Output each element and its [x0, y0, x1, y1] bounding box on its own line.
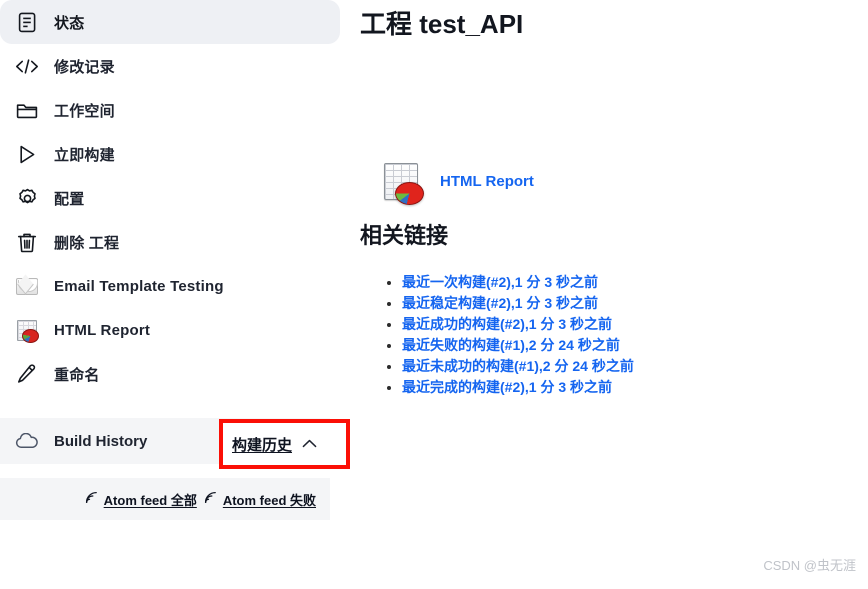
- list-item: 最近成功的构建(#2),1 分 3 秒之前: [402, 314, 634, 335]
- sidebar-item-label: 修改记录: [54, 58, 115, 76]
- sidebar-item-rename[interactable]: 重命名: [0, 352, 340, 396]
- sidebar-item-changes[interactable]: 修改记录: [0, 44, 340, 88]
- sidebar-item-html-report[interactable]: HTML Report: [0, 308, 340, 352]
- build-history-link[interactable]: 构建历史: [232, 434, 292, 455]
- sidebar: 状态 修改记录 工作空间 立即构建 配置 删除 工程 Email Templat…: [0, 0, 350, 520]
- atom-feed-row: Atom feed 全部 Atom feed 失败: [0, 478, 330, 520]
- related-link[interactable]: 最近一次构建(#2),1 分 3 秒之前: [402, 274, 598, 290]
- page-root: 状态 修改记录 工作空间 立即构建 配置 删除 工程 Email Templat…: [0, 0, 868, 589]
- list-item: 最近失败的构建(#1),2 分 24 秒之前: [402, 335, 634, 356]
- atom-feed-failed-label: Atom feed 失败: [222, 492, 316, 508]
- trash-icon: [14, 229, 40, 255]
- pencil-icon: [14, 361, 40, 387]
- sidebar-item-email-template-testing[interactable]: Email Template Testing: [0, 264, 340, 308]
- sidebar-item-build-now[interactable]: 立即构建: [0, 132, 340, 176]
- sidebar-nav-list: 状态 修改记录 工作空间 立即构建 配置 删除 工程 Email Templat…: [0, 0, 340, 396]
- html-report-link[interactable]: HTML Report: [440, 173, 534, 190]
- build-history-highlight-box: 构建历史: [219, 419, 350, 469]
- rss-icon: [85, 491, 99, 507]
- folder-icon: [14, 97, 40, 123]
- sidebar-item-label: Email Template Testing: [54, 277, 224, 295]
- list-item: 最近一次构建(#2),1 分 3 秒之前: [402, 272, 634, 293]
- sidebar-item-label: 工作空间: [54, 102, 115, 120]
- atom-feed-all-label: Atom feed 全部: [103, 492, 197, 508]
- related-link[interactable]: 最近完成的构建(#2),1 分 3 秒之前: [402, 379, 612, 395]
- sidebar-item-workspace[interactable]: 工作空间: [0, 88, 340, 132]
- main-content: 工程 test_API HTML Report 相关链接 最近一次构建(#2),…: [360, 0, 868, 589]
- sidebar-item-label: 配置: [54, 190, 85, 208]
- build-history-label: Build History: [54, 432, 148, 450]
- sidebar-item-delete-project[interactable]: 删除 工程: [0, 220, 340, 264]
- related-link[interactable]: 最近失败的构建(#1),2 分 24 秒之前: [402, 337, 620, 353]
- related-links-list: 最近一次构建(#2),1 分 3 秒之前 最近稳定构建(#2),1 分 3 秒之…: [376, 272, 634, 398]
- cloud-icon: [14, 428, 40, 454]
- html-report-block: HTML Report: [384, 163, 534, 205]
- sidebar-item-label: 立即构建: [54, 146, 115, 164]
- list-item: 最近未成功的构建(#1),2 分 24 秒之前: [402, 356, 634, 377]
- page-title: 工程 test_API: [360, 9, 524, 39]
- code-brackets-icon: [14, 53, 40, 79]
- sidebar-item-label: 删除 工程: [54, 234, 120, 252]
- html-report-icon: [14, 317, 40, 343]
- play-triangle-icon: [14, 141, 40, 167]
- related-link[interactable]: 最近未成功的构建(#1),2 分 24 秒之前: [402, 358, 634, 374]
- list-item: 最近完成的构建(#2),1 分 3 秒之前: [402, 377, 634, 398]
- sidebar-item-label: 重命名: [54, 366, 100, 384]
- sidebar-item-label: HTML Report: [54, 321, 151, 339]
- atom-feed-failed-link[interactable]: Atom feed 失败: [204, 490, 316, 509]
- sidebar-item-label: 状态: [54, 14, 85, 32]
- chevron-up-icon[interactable]: [302, 435, 317, 453]
- related-link[interactable]: 最近稳定构建(#2),1 分 3 秒之前: [402, 295, 598, 311]
- list-item: 最近稳定构建(#2),1 分 3 秒之前: [402, 293, 634, 314]
- atom-feed-all-link[interactable]: Atom feed 全部: [85, 490, 197, 509]
- document-status-icon: [14, 9, 40, 35]
- watermark: CSDN @虫无涯: [763, 558, 856, 573]
- mail-envelope-icon: [14, 273, 40, 299]
- related-links-heading: 相关链接: [360, 223, 449, 248]
- related-link[interactable]: 最近成功的构建(#2),1 分 3 秒之前: [402, 316, 612, 332]
- gear-icon: [14, 185, 40, 211]
- html-report-icon: [384, 163, 424, 205]
- sidebar-item-configure[interactable]: 配置: [0, 176, 340, 220]
- rss-icon: [204, 491, 218, 507]
- sidebar-item-status[interactable]: 状态: [0, 0, 340, 44]
